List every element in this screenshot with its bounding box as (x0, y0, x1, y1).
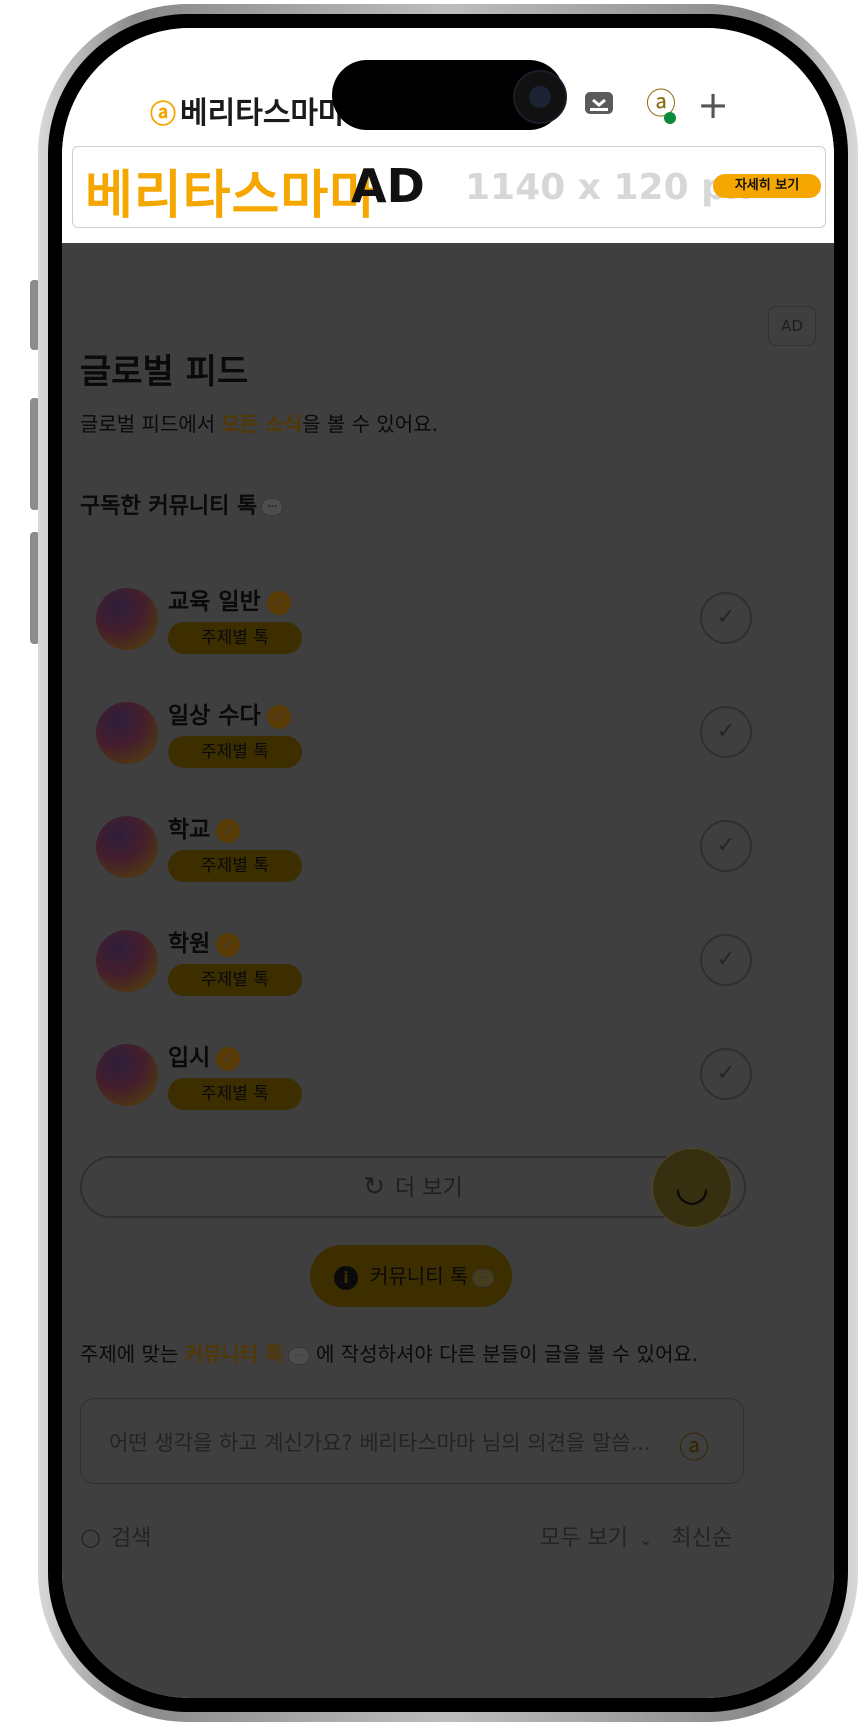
subscribed-check-button[interactable]: ✓ (700, 706, 752, 758)
verified-icon: ✓ (266, 704, 291, 729)
chat-bubble-icon: … (261, 498, 284, 516)
search-icon: ○ (80, 1523, 101, 1551)
dynamic-island (332, 60, 567, 130)
community-row[interactable]: 교육 일반 ✓ 주제별 톡 ✓ (80, 578, 780, 668)
plus-icon[interactable]: + (696, 86, 730, 124)
community-avatar (96, 1044, 158, 1106)
chevron-down-icon: ⌄ (638, 1530, 653, 1549)
verified-icon: ✓ (216, 1046, 241, 1071)
online-status-dot (664, 112, 676, 124)
subscribed-heading-text: 구독한 커뮤니티 톡 (80, 494, 258, 519)
sort-dropdown[interactable]: 최신순 (671, 1526, 732, 1551)
verified-icon: ✓ (216, 818, 241, 843)
refresh-icon: ↻ (363, 1172, 386, 1202)
subscribed-check-button[interactable]: ✓ (700, 592, 752, 644)
community-name: 일상 수다 ✓ (168, 696, 291, 730)
load-more-label: 더 보기 (395, 1176, 463, 1201)
community-row[interactable]: 입시 ✓ 주제별 톡 ✓ (80, 1034, 780, 1124)
chat-fab-button[interactable]: ◡ (652, 1148, 732, 1228)
note-suffix: 에 작성하셔야 다른 분들이 글을 볼 수 있어요. (309, 1342, 699, 1366)
chat-bubble-icon: … (472, 1268, 495, 1287)
search-field[interactable]: ○ 검색 (80, 1520, 151, 1552)
posting-note: 주제에 맞는 커뮤니티 톡… 에 작성하셔야 다른 분들이 글을 볼 수 있어요… (80, 1338, 698, 1367)
ad-chip[interactable]: AD (768, 306, 816, 346)
subscribed-check-button[interactable]: ✓ (700, 1048, 752, 1100)
camera-icon (513, 70, 567, 124)
ad-brand-text: 베리타스마마 (85, 166, 379, 226)
community-name: 학원 ✓ (168, 924, 241, 958)
subtitle-highlight: 모든 소식 (221, 412, 303, 436)
page-title: 글로벌 피드 (80, 352, 249, 392)
chat-bubble-icon: … (287, 1346, 310, 1365)
compose-box[interactable]: 어떤 생각을 하고 계신가요? 베리타스마마 님의 의견을 말씀... ⓐ (80, 1398, 744, 1484)
ad-more-button[interactable]: 자세히 보기 (713, 174, 821, 198)
logo-icon: ⓐ (150, 100, 177, 130)
filter-dropdown[interactable]: 모두 보기 (540, 1526, 628, 1551)
subscribed-heading: 구독한 커뮤니티 톡… (80, 488, 284, 520)
search-label: 검색 (110, 1526, 152, 1551)
ad-size-text: 1140 x 120 px (465, 167, 751, 208)
community-avatar (96, 930, 158, 992)
inbox-icon[interactable] (582, 88, 616, 122)
top-ad-banner[interactable]: 베리타스마마 AD 1140 x 120 px 자세히 보기 (72, 146, 826, 228)
user-avatar-icon: ⓐ (679, 1431, 709, 1466)
community-row[interactable]: 일상 수다 ✓ 주제별 톡 ✓ (80, 692, 780, 782)
topic-tag: 주제별 톡 (168, 736, 302, 768)
topic-tag: 주제별 톡 (168, 622, 302, 654)
load-more-button[interactable]: ↻ 더 보기 (80, 1156, 746, 1218)
subtitle-suffix: 을 볼 수 있어요. (302, 412, 438, 436)
subscribed-check-button[interactable]: ✓ (700, 934, 752, 986)
verified-icon: ✓ (216, 932, 241, 957)
community-row[interactable]: 학교 ✓ 주제별 톡 ✓ (80, 806, 780, 896)
compose-placeholder: 어떤 생각을 하고 계신가요? 베리타스마마 님의 의견을 말씀... (109, 1431, 651, 1455)
note-highlight: 커뮤니티 톡 (184, 1342, 284, 1366)
info-icon: i (334, 1265, 358, 1290)
note-prefix: 주제에 맞는 (80, 1342, 185, 1366)
community-avatar (96, 702, 158, 764)
subtitle-prefix: 글로벌 피드에서 (80, 412, 222, 436)
community-talk-label: 커뮤니티 톡 (370, 1264, 469, 1288)
phone-screen: ⓐ 베리타스마마 ⓐ + 베리타스마마 AD 1140 x 120 px 자세히 … (62, 28, 834, 1698)
community-avatar (96, 816, 158, 878)
topic-tag: 주제별 톡 (168, 850, 302, 882)
community-name: 학교 ✓ (168, 810, 241, 844)
subscribed-check-button[interactable]: ✓ (700, 820, 752, 872)
topic-tag: 주제별 톡 (168, 1078, 302, 1110)
profile-icon[interactable]: ⓐ (644, 88, 678, 124)
verified-icon: ✓ (266, 590, 291, 615)
page-subtitle: 글로벌 피드에서 모든 소식을 볼 수 있어요. (80, 408, 438, 437)
community-name: 교육 일반 ✓ (168, 582, 291, 616)
community-talk-button[interactable]: i 커뮤니티 톡… (310, 1245, 512, 1307)
chat-smile-icon: ◡ (674, 1164, 710, 1210)
community-avatar (96, 588, 158, 650)
logo-text: 베리타스마마 (180, 96, 346, 131)
community-row[interactable]: 학원 ✓ 주제별 톡 ✓ (80, 920, 780, 1010)
ad-label: AD (351, 159, 425, 213)
app-content: ⓐ 베리타스마마 ⓐ + 베리타스마마 AD 1140 x 120 px 자세히 … (62, 28, 834, 1698)
topic-tag: 주제별 톡 (168, 964, 302, 996)
community-name: 입시 ✓ (168, 1038, 241, 1072)
app-logo[interactable]: ⓐ 베리타스마마 (150, 88, 346, 132)
sort-controls[interactable]: 모두 보기 ⌄ 최신순 (540, 1520, 732, 1552)
